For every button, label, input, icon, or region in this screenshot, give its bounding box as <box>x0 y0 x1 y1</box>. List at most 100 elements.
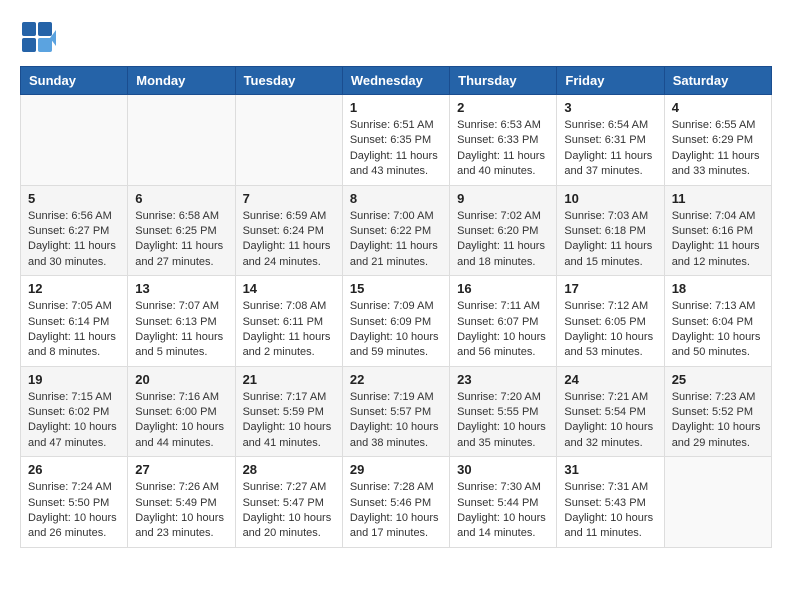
calendar-cell: 19 Sunrise: 7:15 AM Sunset: 6:02 PM Dayli… <box>21 366 128 457</box>
day-info: Sunrise: 7:12 AM Sunset: 6:05 PM Dayligh… <box>564 299 656 361</box>
day-number: 7 <box>243 191 335 206</box>
day-number: 21 <box>243 372 335 387</box>
calendar-cell <box>21 95 128 186</box>
day-info: Sunrise: 7:17 AM Sunset: 5:59 PM Dayligh… <box>243 390 335 452</box>
day-number: 10 <box>564 191 656 206</box>
day-number: 9 <box>457 191 549 206</box>
calendar-table: SundayMondayTuesdayWednesdayThursdayFrid… <box>20 66 772 548</box>
day-number: 1 <box>350 100 442 115</box>
calendar-cell: 9 Sunrise: 7:02 AM Sunset: 6:20 PM Daylig… <box>450 185 557 276</box>
day-info: Sunrise: 7:28 AM Sunset: 5:46 PM Dayligh… <box>350 480 442 542</box>
day-info: Sunrise: 7:02 AM Sunset: 6:20 PM Dayligh… <box>457 209 549 271</box>
day-info: Sunrise: 7:05 AM Sunset: 6:14 PM Dayligh… <box>28 299 120 361</box>
day-number: 5 <box>28 191 120 206</box>
calendar-cell: 25 Sunrise: 7:23 AM Sunset: 5:52 PM Dayli… <box>664 366 771 457</box>
calendar-cell: 18Sunrise: 7:13 AM Sunset: 6:04 PM Dayli… <box>664 276 771 367</box>
day-number: 26 <box>28 462 120 477</box>
calendar-cell: 14 Sunrise: 7:08 AM Sunset: 6:11 PM Dayli… <box>235 276 342 367</box>
day-info: Sunrise: 7:04 AM Sunset: 6:16 PM Dayligh… <box>672 209 764 271</box>
calendar-cell: 17Sunrise: 7:12 AM Sunset: 6:05 PM Dayli… <box>557 276 664 367</box>
calendar-cell: 4 Sunrise: 6:55 AM Sunset: 6:29 PM Daylig… <box>664 95 771 186</box>
calendar-cell: 29Sunrise: 7:28 AM Sunset: 5:46 PM Dayli… <box>342 457 449 548</box>
day-number: 11 <box>672 191 764 206</box>
calendar-cell: 5 Sunrise: 6:56 AM Sunset: 6:27 PM Daylig… <box>21 185 128 276</box>
calendar-cell: 27 Sunrise: 7:26 AM Sunset: 5:49 PM Dayli… <box>128 457 235 548</box>
week-row-5: 26 Sunrise: 7:24 AM Sunset: 5:50 PM Dayli… <box>21 457 772 548</box>
week-row-1: 1 Sunrise: 6:51 AM Sunset: 6:35 PM Daylig… <box>21 95 772 186</box>
calendar-cell: 23 Sunrise: 7:20 AM Sunset: 5:55 PM Dayli… <box>450 366 557 457</box>
day-number: 4 <box>672 100 764 115</box>
calendar-cell <box>235 95 342 186</box>
day-info: Sunrise: 6:54 AM Sunset: 6:31 PM Dayligh… <box>564 118 656 180</box>
day-number: 15 <box>350 281 442 296</box>
calendar-cell: 8 Sunrise: 7:00 AM Sunset: 6:22 PM Daylig… <box>342 185 449 276</box>
day-info: Sunrise: 7:13 AM Sunset: 6:04 PM Dayligh… <box>672 299 764 361</box>
col-header-tuesday: Tuesday <box>235 67 342 95</box>
day-info: Sunrise: 6:53 AM Sunset: 6:33 PM Dayligh… <box>457 118 549 180</box>
calendar-cell: 6Sunrise: 6:58 AM Sunset: 6:25 PM Daylig… <box>128 185 235 276</box>
day-info: Sunrise: 6:51 AM Sunset: 6:35 PM Dayligh… <box>350 118 442 180</box>
calendar-cell <box>128 95 235 186</box>
day-info: Sunrise: 7:09 AM Sunset: 6:09 PM Dayligh… <box>350 299 442 361</box>
day-info: Sunrise: 7:24 AM Sunset: 5:50 PM Dayligh… <box>28 480 120 542</box>
calendar-cell: 11 Sunrise: 7:04 AM Sunset: 6:16 PM Dayli… <box>664 185 771 276</box>
calendar-cell: 13Sunrise: 7:07 AM Sunset: 6:13 PM Dayli… <box>128 276 235 367</box>
calendar-cell: 30Sunrise: 7:30 AM Sunset: 5:44 PM Dayli… <box>450 457 557 548</box>
calendar-header-row: SundayMondayTuesdayWednesdayThursdayFrid… <box>21 67 772 95</box>
day-info: Sunrise: 7:23 AM Sunset: 5:52 PM Dayligh… <box>672 390 764 452</box>
day-number: 14 <box>243 281 335 296</box>
day-info: Sunrise: 7:19 AM Sunset: 5:57 PM Dayligh… <box>350 390 442 452</box>
day-info: Sunrise: 7:16 AM Sunset: 6:00 PM Dayligh… <box>135 390 227 452</box>
day-info: Sunrise: 7:00 AM Sunset: 6:22 PM Dayligh… <box>350 209 442 271</box>
day-info: Sunrise: 7:07 AM Sunset: 6:13 PM Dayligh… <box>135 299 227 361</box>
day-info: Sunrise: 6:55 AM Sunset: 6:29 PM Dayligh… <box>672 118 764 180</box>
day-number: 6 <box>135 191 227 206</box>
calendar-cell: 12 Sunrise: 7:05 AM Sunset: 6:14 PM Dayli… <box>21 276 128 367</box>
calendar-cell: 16 Sunrise: 7:11 AM Sunset: 6:07 PM Dayli… <box>450 276 557 367</box>
week-row-4: 19 Sunrise: 7:15 AM Sunset: 6:02 PM Dayli… <box>21 366 772 457</box>
day-number: 23 <box>457 372 549 387</box>
calendar-cell: 7 Sunrise: 6:59 AM Sunset: 6:24 PM Daylig… <box>235 185 342 276</box>
col-header-friday: Friday <box>557 67 664 95</box>
col-header-monday: Monday <box>128 67 235 95</box>
day-number: 24 <box>564 372 656 387</box>
calendar-cell: 3 Sunrise: 6:54 AM Sunset: 6:31 PM Daylig… <box>557 95 664 186</box>
day-number: 31 <box>564 462 656 477</box>
day-number: 3 <box>564 100 656 115</box>
day-number: 2 <box>457 100 549 115</box>
day-number: 12 <box>28 281 120 296</box>
day-number: 22 <box>350 372 442 387</box>
day-info: Sunrise: 6:56 AM Sunset: 6:27 PM Dayligh… <box>28 209 120 271</box>
calendar-cell: 1 Sunrise: 6:51 AM Sunset: 6:35 PM Daylig… <box>342 95 449 186</box>
calendar-cell: 2 Sunrise: 6:53 AM Sunset: 6:33 PM Daylig… <box>450 95 557 186</box>
col-header-thursday: Thursday <box>450 67 557 95</box>
day-info: Sunrise: 7:15 AM Sunset: 6:02 PM Dayligh… <box>28 390 120 452</box>
day-info: Sunrise: 7:08 AM Sunset: 6:11 PM Dayligh… <box>243 299 335 361</box>
week-row-3: 12 Sunrise: 7:05 AM Sunset: 6:14 PM Dayli… <box>21 276 772 367</box>
col-header-wednesday: Wednesday <box>342 67 449 95</box>
day-number: 8 <box>350 191 442 206</box>
day-info: Sunrise: 7:21 AM Sunset: 5:54 PM Dayligh… <box>564 390 656 452</box>
day-info: Sunrise: 7:27 AM Sunset: 5:47 PM Dayligh… <box>243 480 335 542</box>
day-info: Sunrise: 7:20 AM Sunset: 5:55 PM Dayligh… <box>457 390 549 452</box>
day-info: Sunrise: 7:26 AM Sunset: 5:49 PM Dayligh… <box>135 480 227 542</box>
day-info: Sunrise: 7:03 AM Sunset: 6:18 PM Dayligh… <box>564 209 656 271</box>
day-number: 25 <box>672 372 764 387</box>
day-number: 20 <box>135 372 227 387</box>
day-info: Sunrise: 7:11 AM Sunset: 6:07 PM Dayligh… <box>457 299 549 361</box>
day-number: 28 <box>243 462 335 477</box>
page-header <box>20 20 772 56</box>
calendar-cell: 20 Sunrise: 7:16 AM Sunset: 6:00 PM Dayli… <box>128 366 235 457</box>
logo <box>20 20 58 56</box>
calendar-cell: 31Sunrise: 7:31 AM Sunset: 5:43 PM Dayli… <box>557 457 664 548</box>
col-header-sunday: Sunday <box>21 67 128 95</box>
col-header-saturday: Saturday <box>664 67 771 95</box>
calendar-cell <box>664 457 771 548</box>
day-number: 16 <box>457 281 549 296</box>
day-number: 19 <box>28 372 120 387</box>
day-info: Sunrise: 6:59 AM Sunset: 6:24 PM Dayligh… <box>243 209 335 271</box>
day-number: 27 <box>135 462 227 477</box>
calendar-cell: 15 Sunrise: 7:09 AM Sunset: 6:09 PM Dayli… <box>342 276 449 367</box>
calendar-cell: 28 Sunrise: 7:27 AM Sunset: 5:47 PM Dayli… <box>235 457 342 548</box>
calendar-cell: 26 Sunrise: 7:24 AM Sunset: 5:50 PM Dayli… <box>21 457 128 548</box>
